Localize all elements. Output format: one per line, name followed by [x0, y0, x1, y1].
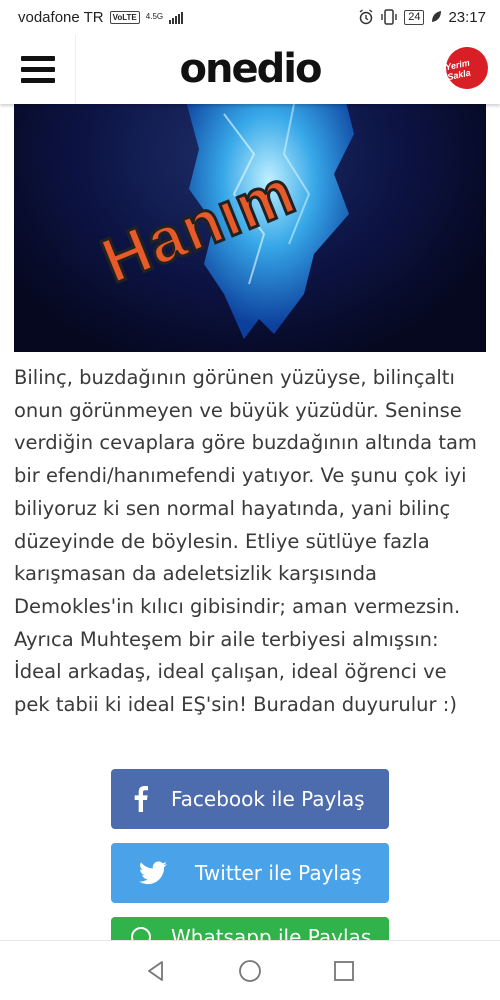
site-header: onedio Yerim Sakla	[0, 34, 500, 104]
back-icon[interactable]	[145, 960, 167, 982]
status-right: 24 23:17	[358, 9, 486, 26]
battery-icon: 24	[404, 9, 425, 25]
clock: 23:17	[448, 8, 486, 26]
battery-level: 24	[408, 10, 421, 23]
facebook-share-button[interactable]: Facebook ile Paylaş	[111, 769, 389, 829]
recents-icon[interactable]	[333, 960, 355, 982]
volte-badge: VoLTE	[109, 10, 140, 24]
network-type: 4.5G	[145, 12, 164, 21]
carrier-name: vodafone TR	[18, 8, 104, 26]
alarm-icon	[359, 9, 373, 25]
home-icon[interactable]	[238, 959, 262, 983]
facebook-share-label: Facebook ile Paylaş	[171, 787, 365, 811]
twitter-share-button[interactable]: Twitter ile Paylaş	[111, 843, 389, 903]
twitter-share-label: Twitter ile Paylaş	[195, 861, 362, 885]
hamburger-icon-bar	[20, 55, 55, 61]
menu-button[interactable]	[0, 34, 76, 104]
facebook-icon	[111, 786, 171, 812]
twitter-icon	[111, 861, 195, 885]
status-left: vodafone TR VoLTE 4.5G	[18, 8, 184, 26]
hamburger-icon-bar	[20, 66, 55, 72]
article-paragraph: Bilinç, buzdağının görünen yüzüyse, bili…	[14, 366, 477, 717]
badge-text: Yerim Sakla	[444, 57, 472, 83]
article-image: Hanım	[14, 104, 486, 352]
onedio-logo[interactable]: onedio	[180, 46, 323, 92]
signal-icon	[169, 11, 184, 24]
leaf-icon	[432, 11, 442, 22]
yerim-sakla-badge[interactable]: Yerim Sakla	[442, 43, 492, 93]
vibrate-icon	[381, 9, 397, 25]
hamburger-icon-bar	[20, 77, 55, 83]
status-bar: vodafone TR VoLTE 4.5G 24 23:17	[0, 0, 500, 34]
system-nav-bar	[0, 940, 500, 1000]
